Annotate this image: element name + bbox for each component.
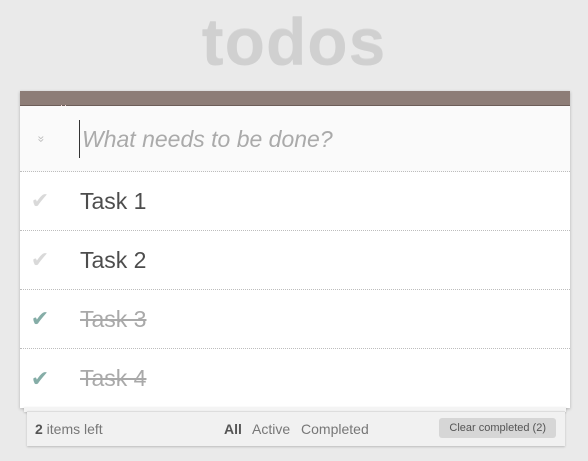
todo-checkbox-icon[interactable]: ✔	[20, 172, 60, 230]
todo-item-4: ✔ Task 4	[20, 349, 570, 408]
filter-completed[interactable]: Completed	[301, 421, 369, 437]
todo-item-3: ✔ Task 3	[20, 290, 570, 349]
todo-footer: 2 items left All Active Completed Clear …	[27, 411, 565, 446]
todo-label[interactable]: Task 3	[80, 290, 146, 348]
app-title: todos	[201, 5, 387, 79]
items-left-count: 2 items left	[35, 421, 103, 437]
filter-all[interactable]: All	[224, 421, 242, 437]
clear-completed-button[interactable]: Clear completed (2)	[439, 418, 556, 438]
filter-active[interactable]: Active	[252, 421, 290, 437]
todo-label[interactable]: Task 2	[80, 231, 146, 289]
todo-checkbox-icon[interactable]: ✔	[20, 231, 60, 289]
todo-item-2: ✔ Task 2	[20, 231, 570, 290]
toggle-all-icon[interactable]: »	[20, 106, 62, 171]
todo-label[interactable]: Task 1	[80, 172, 146, 230]
new-todo-row: »	[20, 106, 570, 172]
todo-card: » ✔ Task 1 ✔ Task 2 ✔ Task 3 ✔ Task 4	[20, 91, 570, 408]
todo-label[interactable]: Task 4	[80, 349, 146, 408]
card-top-bar	[20, 91, 570, 106]
new-todo-input[interactable]	[79, 120, 554, 158]
filter-list: All Active Completed	[224, 412, 376, 446]
todo-item-1: ✔ Task 1	[20, 172, 570, 231]
todo-checkbox-icon[interactable]: ✔	[20, 290, 60, 348]
todo-checkbox-icon[interactable]: ✔	[20, 349, 60, 408]
